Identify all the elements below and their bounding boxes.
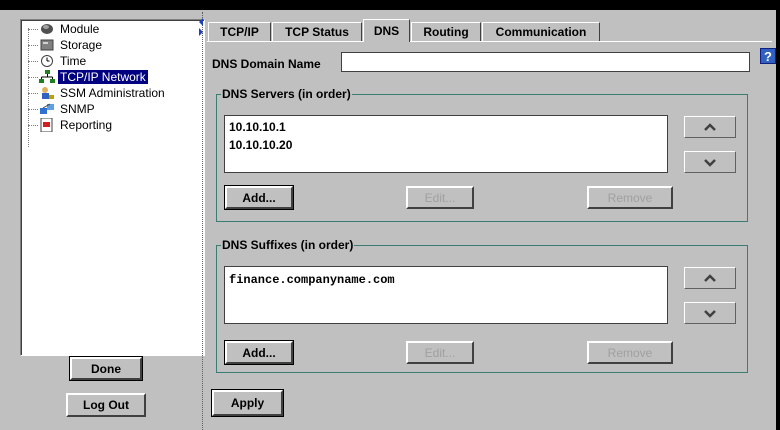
navigation-tree: Module Storage Time TCP/IP Network SSM A… [20,19,205,356]
tree-item-tcpip-network[interactable]: TCP/IP Network [28,69,148,85]
chevron-down-icon [704,309,716,318]
expand-right-icon[interactable] [199,28,203,36]
tree-item-reporting[interactable]: Reporting [28,117,114,133]
move-up-button[interactable] [684,267,736,289]
dns-servers-group: DNS Servers (in order) 10.10.10.1 10.10.… [216,87,748,222]
tree-item-label: Storage [60,38,103,52]
clock-icon [39,54,55,68]
apply-button[interactable]: Apply [211,389,284,417]
move-up-button[interactable] [684,116,736,138]
remove-suffix-button[interactable]: Remove [587,341,673,364]
edit-suffix-button[interactable]: Edit... [406,341,474,364]
left-panel: Module Storage Time TCP/IP Network SSM A… [9,12,205,430]
tree-item-time[interactable]: Time [28,53,88,69]
tree-item-label: Time [60,54,87,68]
chevron-up-icon [704,122,716,131]
tab-routing[interactable]: Routing [411,22,481,41]
tree-item-module[interactable]: Module [28,21,101,37]
edit-server-button[interactable]: Edit... [406,186,474,209]
dns-servers-list[interactable]: 10.10.10.1 10.10.10.20 [224,115,668,173]
move-down-button[interactable] [684,302,736,324]
dns-suffixes-group: DNS Suffixes (in order) finance.companyn… [216,238,748,373]
tree-item-label: TCP/IP Network [58,70,148,84]
chevron-down-icon [704,158,716,167]
add-server-button[interactable]: Add... [224,185,294,210]
list-item[interactable]: 10.10.10.1 [229,120,286,134]
snmp-icon [39,102,55,116]
logout-button[interactable]: Log Out [66,393,146,417]
tab-tcp-status[interactable]: TCP Status [272,22,362,41]
move-down-button[interactable] [684,151,736,173]
module-icon [39,22,55,36]
dns-suffixes-list[interactable]: finance.companyname.com [224,266,668,324]
tree-item-snmp[interactable]: SNMP [28,101,97,117]
window-top-border [0,0,780,10]
tab-tcpip[interactable]: TCP/IP [208,22,271,41]
tab-communication[interactable]: Communication [482,22,600,41]
tab-dns[interactable]: DNS [363,19,410,42]
dns-domain-input[interactable] [341,52,750,72]
list-item[interactable]: 10.10.10.20 [229,138,292,152]
panel-splitter[interactable] [202,12,207,430]
tree-item-label: SNMP [60,102,95,116]
window-right-border [776,0,780,430]
help-icon[interactable]: ? [760,48,776,64]
chevron-up-icon [704,273,716,282]
collapse-left-icon[interactable] [199,18,203,26]
add-suffix-button[interactable]: Add... [224,340,294,365]
tree-item-ssm-administration[interactable]: SSM Administration [28,85,167,101]
dns-domain-label: DNS Domain Name [212,57,321,71]
report-icon [39,117,55,133]
storage-icon [39,38,55,52]
dns-suffixes-title: DNS Suffixes (in order) [221,238,355,252]
remove-server-button[interactable]: Remove [587,186,673,209]
done-button[interactable]: Done [69,356,143,381]
list-item[interactable]: finance.companyname.com [229,273,395,287]
admin-icon [39,86,55,100]
network-icon [39,70,55,84]
tree-item-storage[interactable]: Storage [28,37,104,53]
tree-item-label: Reporting [60,118,113,132]
tree-item-label: Module [60,22,100,36]
tree-item-label: SSM Administration [60,86,165,100]
tab-baseline [207,41,772,42]
dns-servers-title: DNS Servers (in order) [221,87,352,101]
